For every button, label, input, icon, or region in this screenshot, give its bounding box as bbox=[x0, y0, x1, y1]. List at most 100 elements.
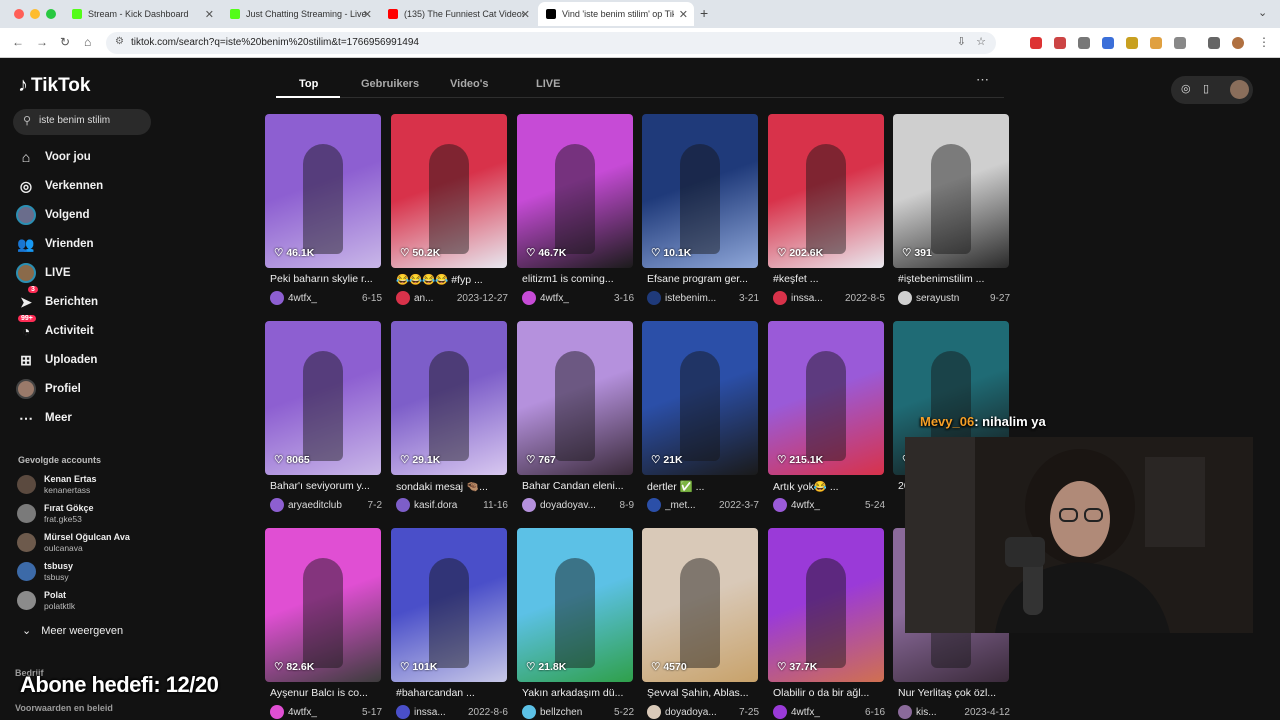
video-description[interactable]: 😂😂😂😂 #fyp ... bbox=[396, 273, 508, 286]
video-author[interactable]: inssa... bbox=[791, 293, 841, 304]
extensions-puzzle-icon[interactable] bbox=[1174, 37, 1186, 49]
coins-icon[interactable]: ◎ bbox=[1181, 82, 1191, 95]
profile-avatar-icon[interactable] bbox=[1232, 37, 1244, 49]
video-author[interactable]: serayustn bbox=[916, 293, 986, 304]
video-thumbnail[interactable] bbox=[265, 528, 381, 682]
sidebar-item-berichten[interactable]: ➤ 3 Berichten bbox=[16, 286, 98, 312]
video-description[interactable]: Artık yok😂 ... bbox=[773, 480, 885, 493]
avatar[interactable] bbox=[522, 705, 536, 719]
video-author[interactable]: 4wtfx_ bbox=[791, 500, 861, 511]
more-options-icon[interactable]: ⋯ bbox=[976, 72, 989, 88]
sidebar-item-verkennen[interactable]: ◎ Verkennen bbox=[16, 176, 103, 196]
close-window-button[interactable] bbox=[14, 9, 24, 19]
video-description[interactable]: #iştebenimstilim ... bbox=[898, 273, 1010, 285]
media-control-icon[interactable] bbox=[1208, 37, 1220, 49]
video-thumbnail[interactable] bbox=[768, 114, 884, 268]
extension-icon[interactable] bbox=[1078, 37, 1090, 49]
close-tab-icon[interactable]: ✕ bbox=[521, 8, 530, 21]
tab-live[interactable]: LIVE bbox=[536, 78, 560, 90]
avatar[interactable] bbox=[898, 705, 912, 719]
video-description[interactable]: Olabilir o da bir ağl... bbox=[773, 687, 885, 699]
video-thumbnail[interactable] bbox=[642, 114, 758, 268]
video-thumbnail[interactable] bbox=[642, 321, 758, 475]
browser-tab-tiktok[interactable]: Vind 'iste benim stilim' op TikTok ✕ bbox=[538, 2, 694, 26]
video-author[interactable]: bellzchen bbox=[540, 707, 610, 718]
avatar[interactable] bbox=[396, 498, 410, 512]
avatar[interactable] bbox=[396, 291, 410, 305]
video-author[interactable]: 4wtfx_ bbox=[791, 707, 861, 718]
video-thumbnail[interactable] bbox=[768, 321, 884, 475]
avatar[interactable] bbox=[1230, 80, 1249, 99]
video-author[interactable]: inssa... bbox=[414, 707, 464, 718]
browser-tab-kick-live[interactable]: Just Chatting Streaming - Live ✕ bbox=[222, 2, 378, 26]
sidebar-item-profiel[interactable]: Profiel bbox=[16, 379, 81, 399]
following-account[interactable]: Kenan Ertas kenanertass bbox=[17, 474, 97, 495]
video-author[interactable]: istebenim... bbox=[665, 293, 735, 304]
video-author[interactable]: aryaeditclub bbox=[288, 500, 364, 511]
extension-opera-icon[interactable] bbox=[1030, 37, 1042, 49]
show-more-button[interactable]: ⌄ Meer weergeven bbox=[22, 624, 123, 637]
sidebar-item-uploaden[interactable]: ⊞ Uploaden bbox=[16, 350, 97, 370]
extension-icon[interactable] bbox=[1102, 37, 1114, 49]
video-thumbnail[interactable] bbox=[768, 528, 884, 682]
video-description[interactable]: #keşfet ... bbox=[773, 273, 885, 285]
browser-tab-kick-dashboard[interactable]: Stream - Kick Dashboard ✕ bbox=[64, 2, 220, 26]
avatar[interactable] bbox=[270, 498, 284, 512]
video-description[interactable]: dertler ✅ ... bbox=[647, 480, 759, 493]
avatar[interactable] bbox=[522, 291, 536, 305]
video-thumbnail[interactable] bbox=[391, 321, 507, 475]
following-account[interactable]: Polat polatktlk bbox=[17, 590, 75, 611]
video-description[interactable]: Bahar Candan eleni... bbox=[522, 480, 634, 492]
video-description[interactable]: Peki baharın skylie r... bbox=[270, 273, 382, 285]
video-author[interactable]: kis... bbox=[916, 707, 960, 718]
browser-menu-icon[interactable]: ⋮ bbox=[1258, 35, 1270, 49]
close-tab-icon[interactable]: ✕ bbox=[363, 8, 372, 21]
video-thumbnail[interactable] bbox=[391, 114, 507, 268]
maximize-window-button[interactable] bbox=[46, 9, 56, 19]
video-author[interactable]: 4wtfx_ bbox=[540, 293, 610, 304]
avatar[interactable] bbox=[647, 705, 661, 719]
sidebar-item-activiteit[interactable]: ◔ 99+ Activiteit bbox=[16, 315, 94, 341]
avatar[interactable] bbox=[898, 291, 912, 305]
sidebar-item-meer[interactable]: ⋯ Meer bbox=[16, 408, 72, 428]
avatar[interactable] bbox=[647, 498, 661, 512]
extension-icon[interactable] bbox=[1054, 37, 1066, 49]
avatar[interactable] bbox=[396, 705, 410, 719]
address-bar[interactable]: ⚙ tiktok.com/search?q=iste%20benim%20sti… bbox=[106, 32, 996, 54]
video-thumbnail[interactable] bbox=[517, 528, 633, 682]
tab-videos[interactable]: Video's bbox=[450, 78, 488, 90]
following-account[interactable]: Mürsel Oğulcan Ava oulcanava bbox=[17, 532, 130, 553]
video-thumbnail[interactable] bbox=[265, 321, 381, 475]
video-thumbnail[interactable] bbox=[642, 528, 758, 682]
avatar[interactable] bbox=[647, 291, 661, 305]
video-thumbnail[interactable] bbox=[265, 114, 381, 268]
minimize-window-button[interactable] bbox=[30, 9, 40, 19]
video-author[interactable]: 4wtfx_ bbox=[288, 293, 358, 304]
device-icon[interactable]: ▯ bbox=[1203, 82, 1209, 95]
avatar[interactable] bbox=[773, 498, 787, 512]
video-thumbnail[interactable] bbox=[517, 321, 633, 475]
avatar[interactable] bbox=[270, 705, 284, 719]
tab-search-icon[interactable]: ⌄ bbox=[1258, 6, 1267, 19]
video-thumbnail[interactable] bbox=[391, 528, 507, 682]
video-author[interactable]: _met... bbox=[665, 500, 715, 511]
tiktok-logo[interactable]: ♪ TikTok bbox=[18, 74, 90, 97]
search-input[interactable]: ⚲ iste benim stilim bbox=[13, 109, 151, 135]
extension-icon[interactable] bbox=[1150, 37, 1162, 49]
sidebar-item-vrienden[interactable]: 👥 Vrienden bbox=[16, 234, 93, 254]
video-description[interactable]: #baharcandan ... bbox=[396, 687, 508, 699]
following-account[interactable]: Fırat Gökçe frat.gke53 bbox=[17, 503, 94, 524]
site-info-icon[interactable]: ⚙ bbox=[115, 36, 124, 47]
avatar[interactable] bbox=[773, 705, 787, 719]
sidebar-item-voor-jou[interactable]: ⌂ Voor jou bbox=[16, 147, 91, 167]
close-tab-icon[interactable]: ✕ bbox=[679, 8, 688, 21]
avatar[interactable] bbox=[270, 291, 284, 305]
new-tab-button[interactable]: + bbox=[700, 5, 708, 21]
avatar[interactable] bbox=[522, 498, 536, 512]
tab-top[interactable]: Top bbox=[299, 78, 318, 90]
sidebar-item-live[interactable]: LIVE bbox=[16, 263, 71, 283]
install-app-icon[interactable]: ⇩ bbox=[957, 35, 966, 48]
back-icon[interactable]: ← bbox=[12, 35, 24, 49]
video-description[interactable]: elitizm1 is coming... bbox=[522, 273, 634, 285]
close-tab-icon[interactable]: ✕ bbox=[205, 8, 214, 21]
